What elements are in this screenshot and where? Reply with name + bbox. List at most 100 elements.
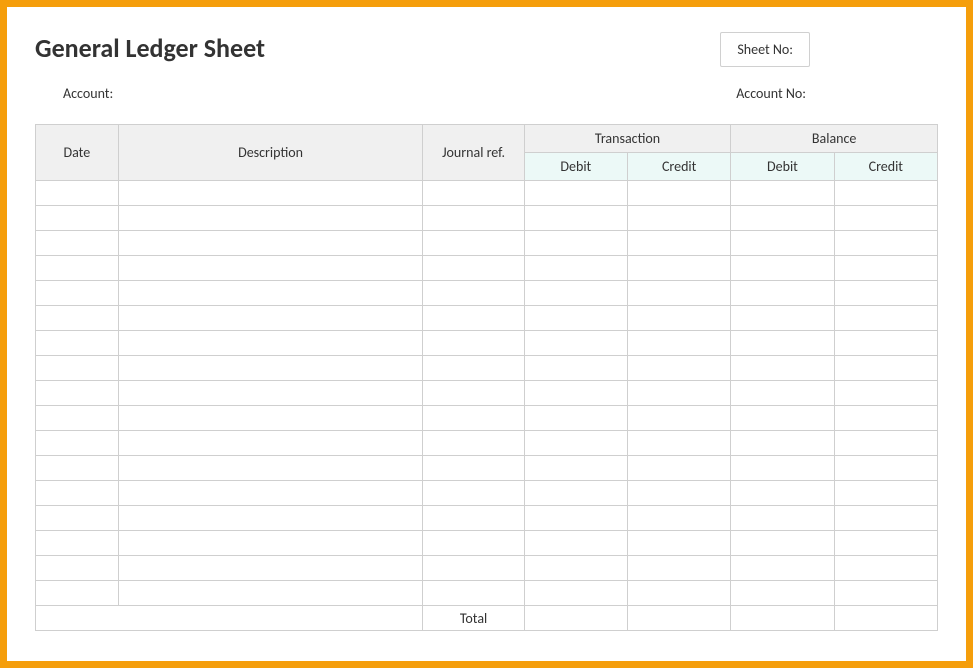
table-cell[interactable] [524,256,627,281]
table-cell[interactable] [423,231,524,256]
table-cell[interactable] [731,181,834,206]
table-cell[interactable] [423,556,524,581]
table-cell[interactable] [627,331,730,356]
table-cell[interactable] [731,456,834,481]
table-cell[interactable] [524,456,627,481]
table-cell[interactable] [423,381,524,406]
table-cell[interactable] [834,381,937,406]
table-cell[interactable] [524,556,627,581]
table-cell[interactable] [36,181,119,206]
table-cell[interactable] [834,431,937,456]
table-cell[interactable] [118,506,423,531]
table-cell[interactable] [36,431,119,456]
table-cell[interactable] [423,431,524,456]
table-cell[interactable] [118,531,423,556]
table-cell[interactable] [731,231,834,256]
table-cell[interactable] [36,456,119,481]
table-cell[interactable] [627,581,730,606]
table-cell[interactable] [834,281,937,306]
table-cell[interactable] [36,481,119,506]
table-cell[interactable] [627,306,730,331]
table-cell[interactable] [731,306,834,331]
table-cell[interactable] [524,431,627,456]
table-cell[interactable] [731,481,834,506]
table-cell[interactable] [627,356,730,381]
table-cell[interactable] [36,581,119,606]
table-cell[interactable] [627,556,730,581]
table-cell[interactable] [423,331,524,356]
table-cell[interactable] [118,381,423,406]
table-cell[interactable] [834,256,937,281]
table-cell[interactable] [36,231,119,256]
table-cell[interactable] [423,356,524,381]
table-cell[interactable] [524,381,627,406]
table-cell[interactable] [118,431,423,456]
table-cell[interactable] [423,206,524,231]
table-cell[interactable] [524,331,627,356]
table-cell[interactable] [834,581,937,606]
table-cell[interactable] [423,406,524,431]
table-cell[interactable] [36,381,119,406]
table-cell[interactable] [627,206,730,231]
table-cell[interactable] [118,281,423,306]
table-cell[interactable] [627,181,730,206]
table-cell[interactable] [524,481,627,506]
table-cell[interactable] [731,206,834,231]
table-cell[interactable] [731,581,834,606]
table-cell[interactable] [118,481,423,506]
table-cell[interactable] [834,406,937,431]
table-cell[interactable] [524,506,627,531]
table-cell[interactable] [524,231,627,256]
table-cell[interactable] [834,356,937,381]
table-cell[interactable] [834,506,937,531]
table-cell[interactable] [36,406,119,431]
table-cell[interactable] [627,281,730,306]
table-cell[interactable] [118,581,423,606]
table-cell[interactable] [36,531,119,556]
table-cell[interactable] [118,331,423,356]
table-cell[interactable] [118,356,423,381]
table-cell[interactable] [423,181,524,206]
table-cell[interactable] [731,431,834,456]
table-cell[interactable] [36,306,119,331]
table-cell[interactable] [118,231,423,256]
table-cell[interactable] [627,231,730,256]
table-cell[interactable] [36,281,119,306]
table-cell[interactable] [731,506,834,531]
table-cell[interactable] [423,531,524,556]
table-cell[interactable] [731,381,834,406]
table-cell[interactable] [627,431,730,456]
table-cell[interactable] [524,581,627,606]
table-cell[interactable] [834,331,937,356]
table-cell[interactable] [524,356,627,381]
table-cell[interactable] [731,356,834,381]
table-cell[interactable] [423,281,524,306]
table-cell[interactable] [731,331,834,356]
table-cell[interactable] [627,456,730,481]
table-cell[interactable] [524,206,627,231]
table-cell[interactable] [36,256,119,281]
table-cell[interactable] [118,306,423,331]
table-cell[interactable] [423,581,524,606]
table-cell[interactable] [118,556,423,581]
table-cell[interactable] [524,531,627,556]
table-cell[interactable] [834,481,937,506]
table-cell[interactable] [834,456,937,481]
table-cell[interactable] [118,256,423,281]
table-cell[interactable] [118,181,423,206]
table-cell[interactable] [834,181,937,206]
table-cell[interactable] [731,531,834,556]
table-cell[interactable] [627,481,730,506]
table-cell[interactable] [423,256,524,281]
table-cell[interactable] [834,306,937,331]
table-cell[interactable] [627,531,730,556]
table-cell[interactable] [36,356,119,381]
table-cell[interactable] [834,531,937,556]
table-cell[interactable] [627,406,730,431]
table-cell[interactable] [118,456,423,481]
table-cell[interactable] [524,181,627,206]
table-cell[interactable] [627,506,730,531]
table-cell[interactable] [524,406,627,431]
table-cell[interactable] [834,206,937,231]
table-cell[interactable] [423,306,524,331]
